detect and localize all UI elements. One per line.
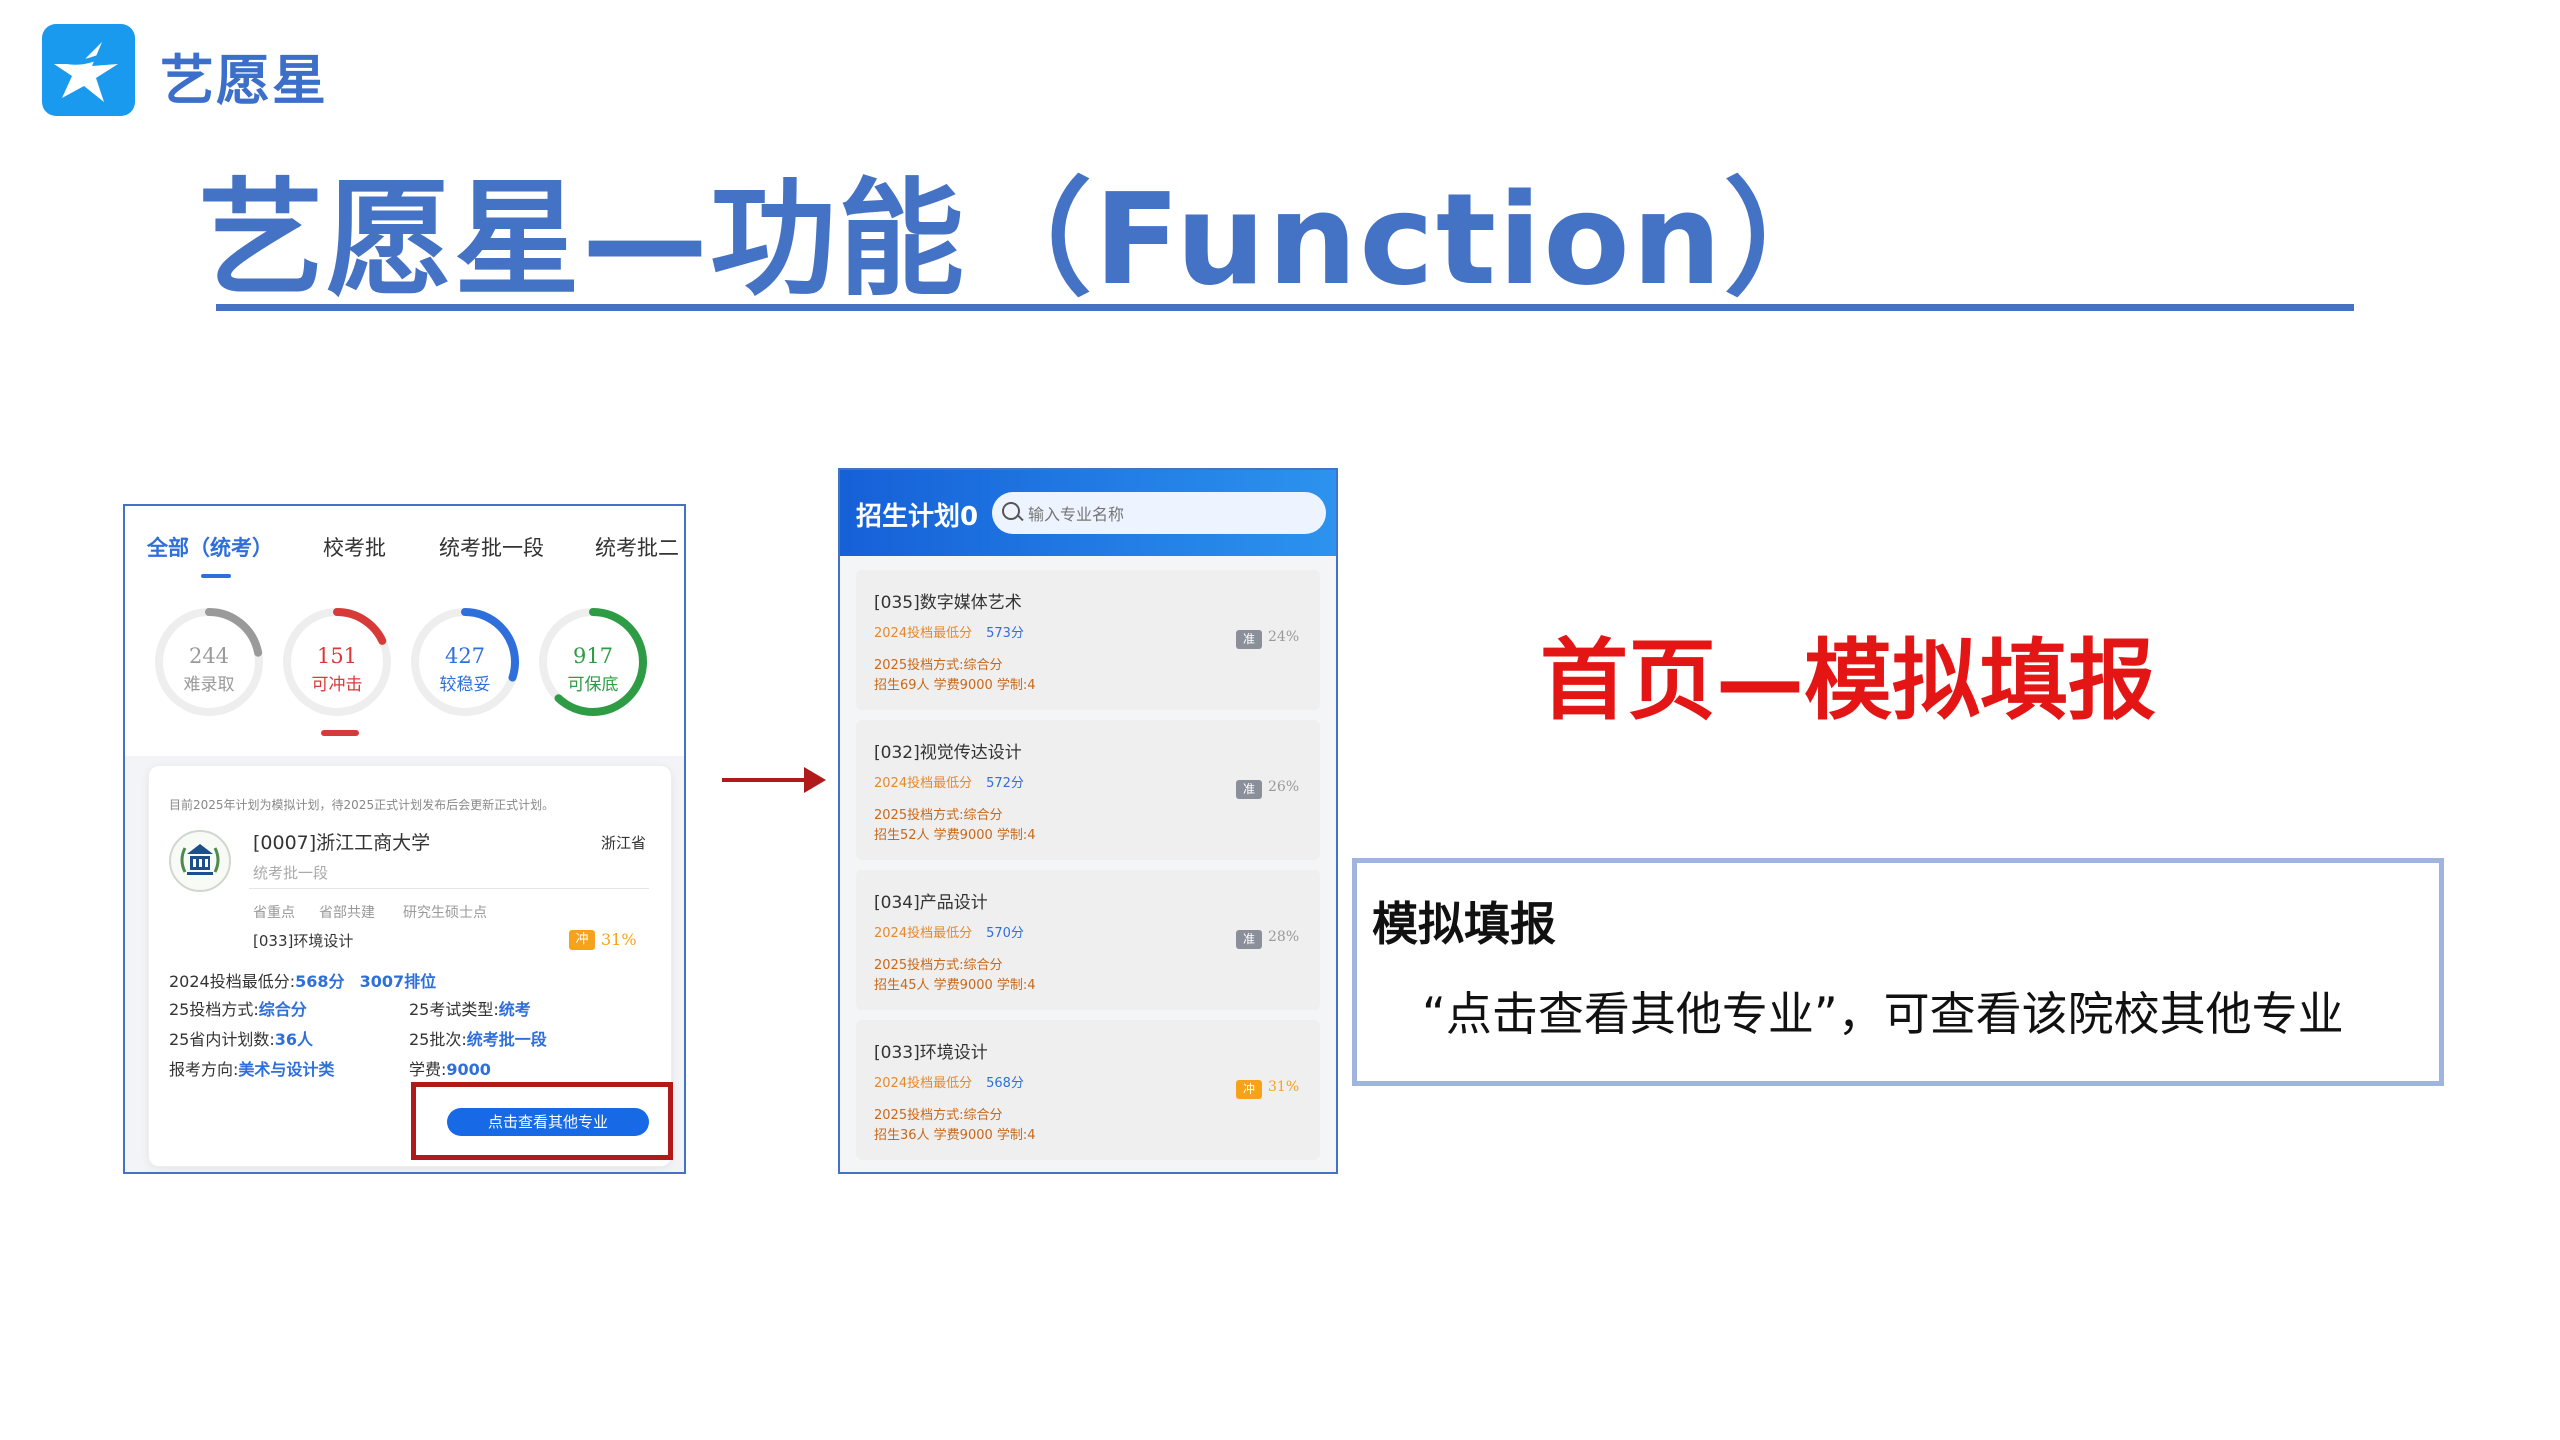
min-score-label: 2024投档最低分: — [169, 972, 296, 991]
tab-unified-batch-1[interactable]: 统考批一段 — [439, 532, 544, 562]
active-tab-indicator — [201, 574, 231, 578]
major-card[interactable]: [034]产品设计 2024投档最低分 570分 2025投档方式:综合分 招生4… — [856, 870, 1320, 1010]
direction-value: 美术与设计类 — [238, 1060, 335, 1079]
major-chance-percent: 26% — [1268, 779, 1300, 795]
tab-all-unified[interactable]: 全部（统考） — [147, 532, 273, 562]
ring-value: 917 — [572, 644, 614, 668]
chance-percent: 31% — [601, 930, 637, 949]
mode-row: 25投档方式:综合分 — [169, 996, 307, 1020]
major-name: [032]视觉传达设计 — [874, 743, 1022, 763]
search-input[interactable] — [1026, 498, 1320, 530]
major-card[interactable]: [033]环境设计 2024投档最低分 568分 2025投档方式:综合分 招生3… — [856, 1020, 1320, 1160]
major-mode: 2025投档方式:综合分 — [874, 658, 1003, 673]
tag-key-university: 省重点 — [253, 905, 295, 921]
card-divider — [249, 888, 649, 889]
view-other-majors-button[interactable]: 点击查看其他专业 — [447, 1108, 649, 1136]
tab-unified-batch-2[interactable]: 统考批二 — [595, 532, 679, 562]
enrollment-plan-panel: 招生计划0 [035]数字媒体艺术 2024投档最低分 573分 2025投档方式… — [838, 468, 1338, 1174]
major-mode: 2025投档方式:综合分 — [874, 808, 1003, 823]
major-name: [033]环境设计 — [874, 1043, 988, 1063]
major-card[interactable]: [035]数字媒体艺术 2024投档最低分 573分 2025投档方式:综合分 招… — [856, 570, 1320, 710]
major-chance-badge: 准 — [1236, 780, 1262, 799]
exam-row: 25考试类型:统考 — [409, 996, 531, 1020]
tab-school-exam[interactable]: 校考批 — [323, 532, 386, 562]
major-enrollment: 招生69人 学费9000 学制:4 — [874, 678, 1036, 693]
direction-label: 报考方向: — [169, 1060, 239, 1079]
major-enrollment: 招生45人 学费9000 学制:4 — [874, 978, 1036, 993]
chance-badge: 冲 — [569, 930, 595, 950]
plan-notice: 目前2025年计划为模拟计划，待2025正式计划发布后会更新正式计划。 — [169, 798, 555, 812]
min-score-value: 570分 — [986, 926, 1024, 941]
min-score-label: 2024投档最低分 — [874, 1076, 973, 1091]
min-score-label: 2024投档最低分 — [874, 776, 973, 791]
major-min-score: 2024投档最低分 572分 — [874, 772, 1024, 791]
batch-value: 统考批一段 — [466, 1030, 547, 1049]
major-min-score: 2024投档最低分 573分 — [874, 622, 1024, 641]
plan-title: 招生计划0 — [856, 502, 979, 532]
home-screen-panel: 全部（统考） 校考批 统考批一段 统考批二 244 难录取 151 可冲击 42… — [123, 504, 686, 1174]
current-major: [033]环境设计 — [253, 932, 354, 950]
min-score-value: 573分 — [986, 626, 1024, 641]
plan-label: 25省内计划数: — [169, 1030, 275, 1049]
ring-label: 较稳妥 — [439, 675, 491, 695]
exam-label: 25考试类型: — [409, 1000, 499, 1019]
title-divider — [216, 304, 2354, 311]
fee-value: 9000 — [446, 1060, 491, 1079]
major-chance-badge: 准 — [1236, 630, 1262, 649]
tag-co-built: 省部共建 — [319, 905, 375, 921]
logo-text: 艺愿星 — [160, 49, 328, 112]
min-score-label: 2024投档最低分 — [874, 626, 973, 641]
plan-row: 25省内计划数:36人 — [169, 1026, 313, 1050]
page-title: 艺愿星—功能（Function） — [198, 166, 1852, 313]
direction-row: 报考方向:美术与设计类 — [169, 1056, 334, 1080]
major-chance-percent: 24% — [1268, 629, 1300, 645]
batch-label: 25批次: — [409, 1030, 467, 1049]
major-name: [035]数字媒体艺术 — [874, 593, 1022, 613]
mode-value: 综合分 — [258, 1000, 307, 1019]
major-chance-badge: 冲 — [1236, 1080, 1262, 1099]
mode-label: 25投档方式: — [169, 1000, 259, 1019]
major-mode: 2025投档方式:综合分 — [874, 1108, 1003, 1123]
logo-icon — [42, 24, 135, 116]
flow-arrow — [722, 778, 812, 782]
section-subtitle: 首页—模拟填报 — [1540, 629, 2157, 732]
university-batch: 统考批一段 — [253, 864, 329, 882]
min-score-value: 568分 — [295, 972, 345, 991]
university-logo-icon — [169, 830, 231, 892]
major-min-score: 2024投档最低分 570分 — [874, 922, 1024, 941]
major-name: [034]产品设计 — [874, 893, 988, 913]
exam-value: 统考 — [498, 1000, 531, 1019]
min-score-value: 568分 — [986, 1076, 1024, 1091]
fee-label: 学费: — [409, 1060, 447, 1079]
min-score-value: 572分 — [986, 776, 1024, 791]
major-card[interactable]: [032]视觉传达设计 2024投档最低分 572分 2025投档方式:综合分 招… — [856, 720, 1320, 860]
tag-masters-program: 研究生硕士点 — [403, 905, 487, 921]
ring-label: 可冲击 — [311, 675, 363, 695]
university-province: 浙江省 — [601, 834, 647, 852]
major-enrollment: 招生52人 学费9000 学制:4 — [874, 828, 1036, 843]
batch-row: 25批次:统考批一段 — [409, 1026, 547, 1050]
info-description: “点击查看其他专业”，可查看该院校其他专业 — [1422, 987, 2344, 1041]
major-enrollment: 招生36人 学费9000 学制:4 — [874, 1128, 1036, 1143]
min-score-row: 2024投档最低分:568分 3007排位 — [169, 968, 436, 992]
fee-row: 学费:9000 — [409, 1056, 491, 1080]
major-chance-percent: 31% — [1268, 1079, 1300, 1095]
major-mode: 2025投档方式:综合分 — [874, 958, 1003, 973]
info-title: 模拟填报 — [1372, 897, 1556, 951]
arrow-head-icon — [804, 767, 826, 793]
ring-label: 难录取 — [183, 675, 235, 695]
search-icon — [1002, 502, 1020, 520]
ring-value: 427 — [444, 644, 486, 668]
ring-value: 244 — [188, 644, 230, 668]
ring-value: 151 — [316, 644, 358, 668]
major-chance-badge: 准 — [1236, 930, 1262, 949]
major-min-score: 2024投档最低分 568分 — [874, 1072, 1024, 1091]
major-chance-percent: 28% — [1268, 929, 1300, 945]
rank-value: 3007排位 — [359, 972, 437, 991]
ring-label: 可保底 — [567, 675, 619, 695]
university-name[interactable]: [0007]浙江工商大学 — [253, 828, 430, 855]
plan-value: 36人 — [274, 1030, 314, 1049]
min-score-label: 2024投档最低分 — [874, 926, 973, 941]
ring-selected-indicator — [321, 730, 359, 736]
